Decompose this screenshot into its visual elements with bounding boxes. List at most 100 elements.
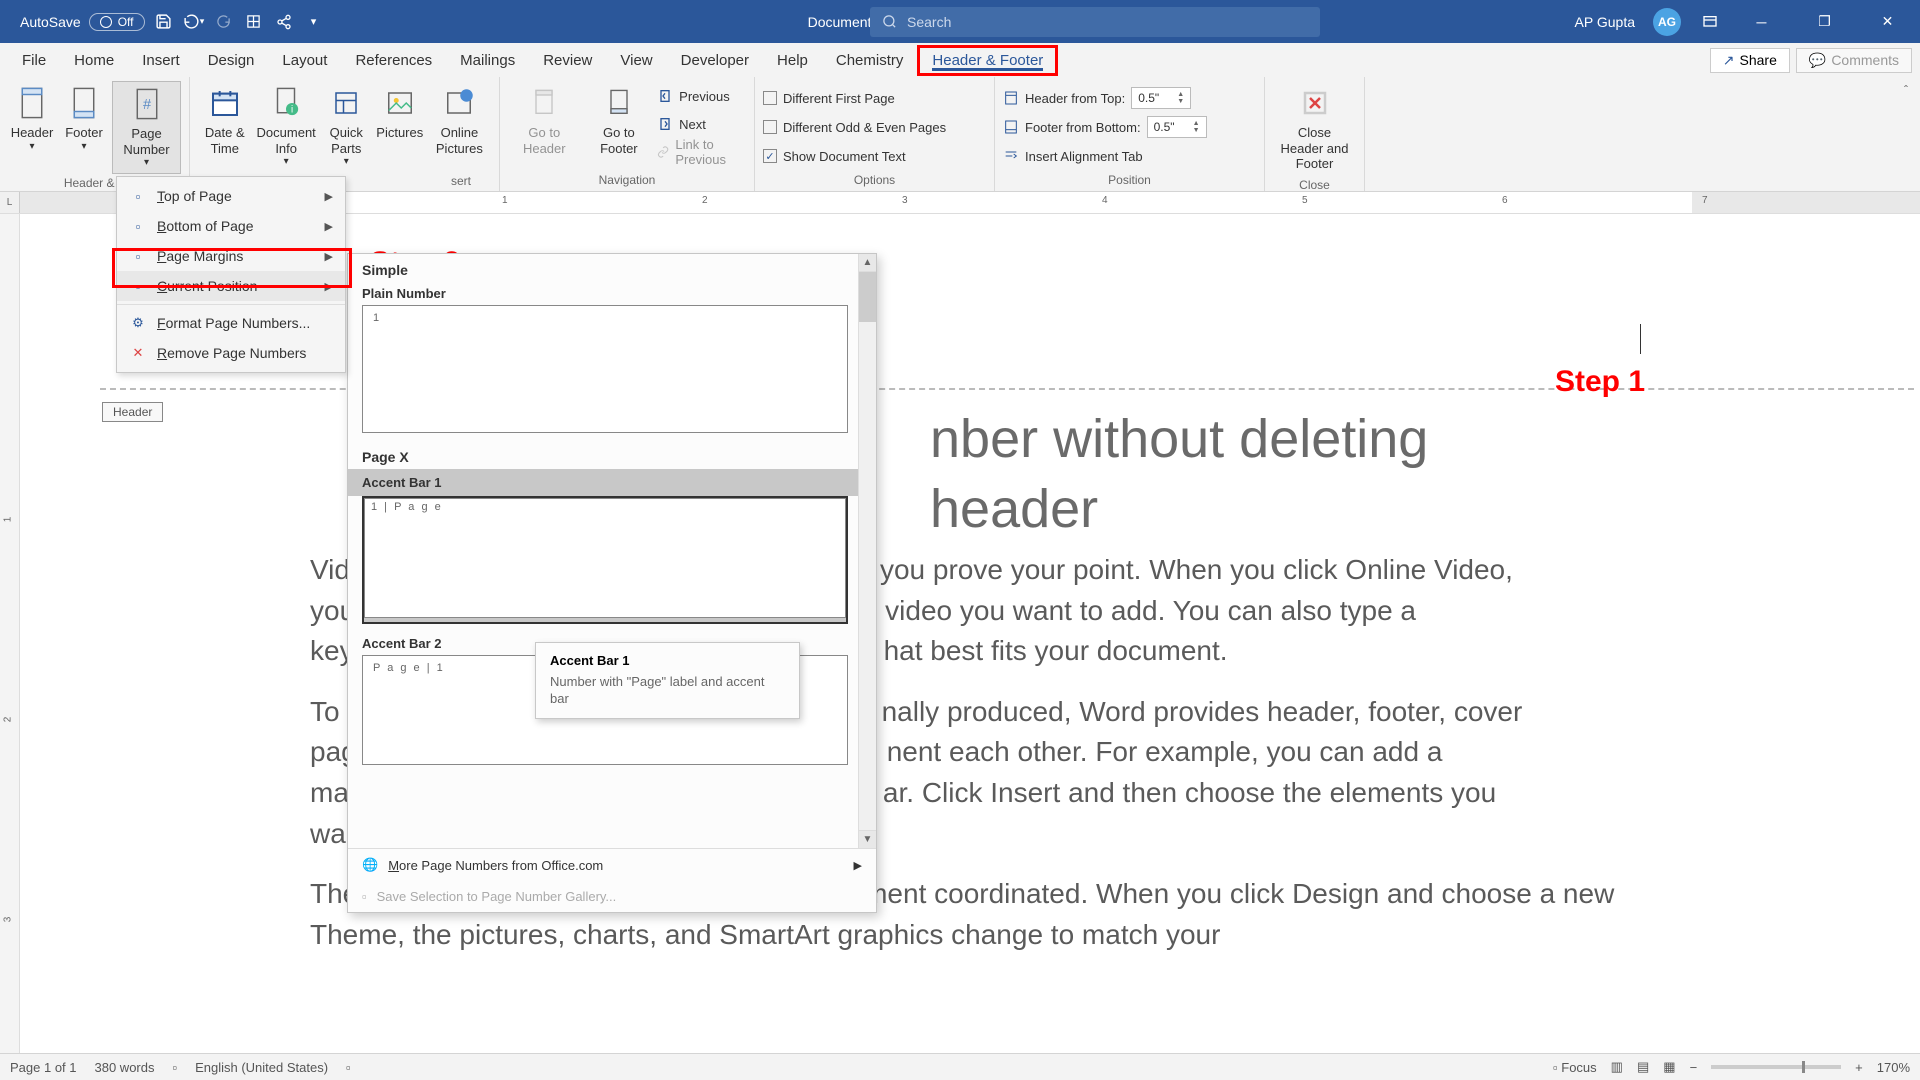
menu-chemistry[interactable]: Chemistry [822, 46, 918, 75]
header-button[interactable]: Header▾ [8, 81, 56, 157]
header-from-top-row: Header from Top:0.5"▲▼ [1003, 85, 1207, 111]
menu-insert[interactable]: Insert [128, 46, 194, 75]
quick-parts-icon [328, 85, 364, 121]
view-web-icon[interactable]: ▦ [1663, 1059, 1675, 1075]
zoom-in-button[interactable]: + [1855, 1060, 1863, 1075]
status-language[interactable]: English (United States) [195, 1060, 328, 1075]
zoom-slider[interactable] [1711, 1065, 1841, 1069]
pictures-button[interactable]: Pictures [376, 81, 424, 145]
show-document-text-checkbox[interactable]: ✓Show Document Text [763, 143, 946, 169]
quick-parts-label: Quick Parts [327, 125, 366, 156]
comments-button[interactable]: 💬Comments [1796, 48, 1912, 73]
page-number-button[interactable]: #Page Number▾ [112, 81, 181, 174]
svg-text:i: i [291, 105, 293, 116]
insert-alignment-tab-button[interactable]: Insert Alignment Tab [1003, 143, 1207, 169]
table-icon[interactable] [243, 11, 265, 33]
pictures-icon [382, 85, 418, 121]
page-number-gallery: Simple Plain Number 1 Page X Accent Bar … [347, 253, 877, 913]
next-button[interactable]: Next [657, 111, 746, 137]
header-top-input[interactable]: 0.5"▲▼ [1131, 87, 1191, 109]
dd-remove-page-numbers[interactable]: ✕Remove Page Numbers [117, 338, 345, 368]
format-numbers-icon: ⚙ [129, 314, 147, 332]
footer-bottom-input[interactable]: 0.5"▲▼ [1147, 116, 1207, 138]
different-odd-even-checkbox[interactable]: Different Odd & Even Pages [763, 114, 946, 140]
goto-header-button[interactable]: Go to Header [508, 81, 581, 160]
footer-bottom-icon [1003, 119, 1019, 135]
link-previous-button[interactable]: Link to Previous [657, 139, 746, 165]
different-first-page-checkbox[interactable]: Different First Page [763, 85, 946, 111]
ribbon: Header▾ Footer▾ #Page Number▾ Header & F… [0, 77, 1920, 192]
online-pictures-button[interactable]: Online Pictures [428, 81, 491, 160]
menu-references[interactable]: References [341, 46, 446, 75]
dd-format-page-numbers[interactable]: ⚙Format Page Numbers... [117, 308, 345, 338]
quick-parts-button[interactable]: Quick Parts▾ [321, 81, 372, 172]
menu-design[interactable]: Design [194, 46, 269, 75]
menu-file[interactable]: File [8, 46, 60, 75]
redo-icon[interactable] [213, 11, 235, 33]
document-info-button[interactable]: iDocument Info▾ [256, 81, 317, 172]
menu-developer[interactable]: Developer [667, 46, 763, 75]
search-box[interactable]: Search [870, 7, 1320, 37]
scroll-up-icon[interactable]: ▲ [859, 254, 876, 272]
status-bar: Page 1 of 1 380 words ▫ English (United … [0, 1053, 1920, 1080]
previous-icon [657, 88, 673, 104]
menu-layout[interactable]: Layout [268, 46, 341, 75]
more-from-office-button[interactable]: 🌐More Page Numbers from Office.com▶ [348, 849, 876, 881]
date-time-button[interactable]: Date & Time [198, 81, 252, 160]
menu-header-footer[interactable]: Header & Footer [917, 45, 1058, 76]
scroll-thumb[interactable] [859, 272, 876, 322]
menu-mailings[interactable]: Mailings [446, 46, 529, 75]
search-icon [882, 14, 897, 29]
close-button[interactable]: ✕ [1865, 0, 1910, 43]
goto-footer-button[interactable]: Go to Footer [585, 81, 654, 160]
view-read-icon[interactable]: ▥ [1611, 1059, 1623, 1075]
view-print-icon[interactable]: ▤ [1637, 1059, 1649, 1075]
dd-bottom-of-page[interactable]: ▫Bottom of Page▶ [117, 211, 345, 241]
autosave-toggle[interactable]: Off [89, 13, 145, 31]
dd-top-of-page[interactable]: ▫Top of Page▶ [117, 181, 345, 211]
menu-help[interactable]: Help [763, 46, 822, 75]
vertical-ruler[interactable]: 1 2 3 [0, 214, 20, 1053]
status-page[interactable]: Page 1 of 1 [10, 1060, 77, 1075]
close-header-footer-button[interactable]: Close Header and Footer [1273, 81, 1356, 176]
gallery-accent1-preview[interactable]: 1 | P a g e [362, 496, 848, 624]
ruler-corner[interactable]: L [0, 192, 20, 213]
maximize-button[interactable]: ❐ [1802, 0, 1847, 43]
menu-home[interactable]: Home [60, 46, 128, 75]
save-icon[interactable] [153, 11, 175, 33]
previous-button[interactable]: Previous [657, 83, 746, 109]
scroll-down-icon[interactable]: ▼ [859, 830, 876, 848]
gallery-plain-preview[interactable]: 1 [362, 305, 848, 433]
doc-info-label: Document Info [257, 125, 316, 156]
status-spelling-icon[interactable]: ▫ [172, 1060, 177, 1075]
goto-footer-icon [601, 85, 637, 121]
share-button[interactable]: ↗Share [1710, 48, 1790, 73]
page-number-label: Page Number [119, 126, 174, 157]
accent2-preview-text: P a g e | 1 [373, 662, 445, 674]
gallery-scrollbar[interactable]: ▲ ▼ [858, 254, 876, 848]
footer-button[interactable]: Footer▾ [60, 81, 108, 157]
footer-icon [66, 85, 102, 121]
zoom-out-button[interactable]: − [1690, 1060, 1698, 1075]
share-qat-icon[interactable] [273, 11, 295, 33]
status-focus[interactable]: ▫ Focus [1553, 1060, 1597, 1075]
status-macro-icon[interactable]: ▫ [346, 1060, 351, 1075]
footer-bottom-value: 0.5" [1154, 120, 1175, 134]
online-pictures-icon [441, 85, 477, 121]
next-label: Next [679, 117, 706, 132]
menu-review[interactable]: Review [529, 46, 606, 75]
user-avatar[interactable]: AG [1653, 8, 1681, 36]
status-words[interactable]: 380 words [95, 1060, 155, 1075]
gallery-accent1-label: Accent Bar 1 [348, 469, 876, 496]
search-placeholder: Search [907, 14, 951, 30]
ribbon-collapse-icon[interactable]: ˆ [1904, 77, 1920, 191]
qat-more-icon[interactable]: ▾ [303, 11, 325, 33]
undo-icon[interactable]: ▾ [183, 11, 205, 33]
minimize-button[interactable]: ─ [1739, 0, 1784, 43]
menu-view[interactable]: View [606, 46, 666, 75]
user-name[interactable]: AP Gupta [1575, 14, 1635, 30]
remove-numbers-icon: ✕ [129, 344, 147, 362]
online-pictures-label: Online Pictures [434, 125, 485, 156]
zoom-level[interactable]: 170% [1877, 1060, 1910, 1075]
ribbon-display-icon[interactable] [1699, 11, 1721, 33]
